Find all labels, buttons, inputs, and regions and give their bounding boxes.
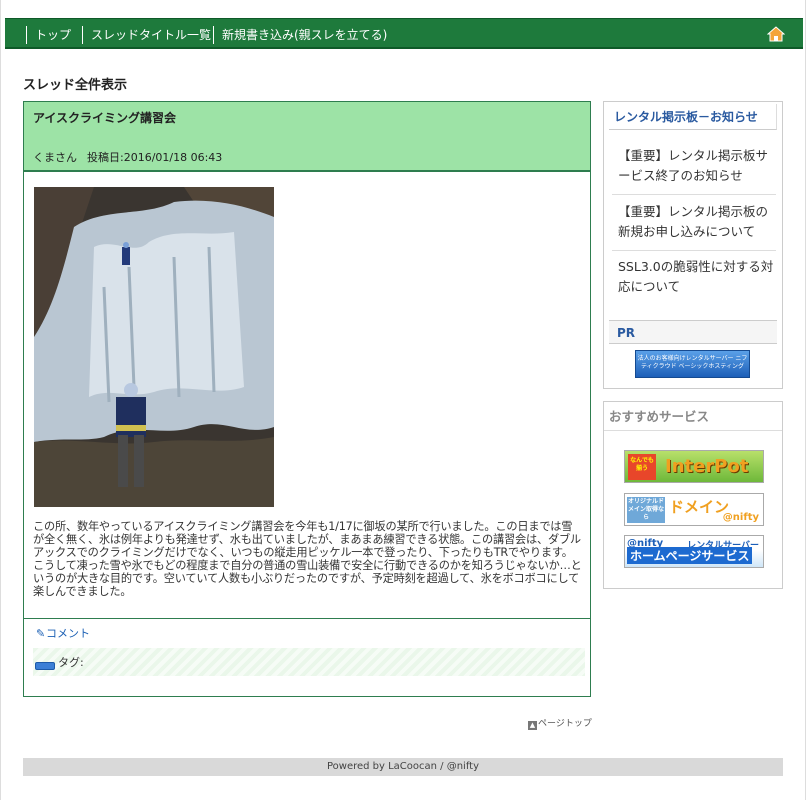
domain-banner-text: ドメイン [669,498,730,516]
pr-title: PR [609,320,777,344]
post-photo[interactable] [34,187,274,507]
arrow-up-icon: ▲ [528,721,537,730]
pr-banner[interactable]: 法人のお客様向けレンタルサーバー ニフティクラウド ベーシックホスティング [635,350,750,378]
page-title: スレッド全件表示 [23,78,128,93]
tag-label: タグ: [58,656,84,669]
nav-new-post-link[interactable]: 新規書き込み(親スレを立てる) [213,26,387,44]
page-top-link[interactable]: ▲ ページトップ [528,716,592,730]
domain-banner-brand: @nifty [722,512,759,523]
interpot-badge: なんでも揃う [628,454,656,480]
page-top-label: ページトップ [538,719,592,729]
home-icon[interactable] [767,26,785,42]
author-name: くまさん [33,151,77,164]
nav-top-link[interactable]: トップ [26,26,71,44]
notice-item[interactable]: 【重要】レンタル掲示板サービス終了のお知らせ [618,146,774,186]
thread-meta: くまさん 投稿日:2016/01/18 06:43 [33,149,222,165]
thread-title: アイスクライミング講習会 [33,111,177,125]
thread-box: アイスクライミング講習会 くまさん 投稿日:2016/01/18 06:43 この… [23,101,591,697]
interpot-logo-text: InterPot [665,456,749,477]
notice-divider [612,250,776,251]
homepage-banner[interactable]: @nifty レンタルサーバー ホームページサービス [624,535,764,568]
notice-item[interactable]: SSL3.0の脆弱性に対する対応について [618,257,774,297]
divider [24,618,590,619]
notice-box: レンタル掲示板－お知らせ 【重要】レンタル掲示板サービス終了のお知らせ 【重要】… [603,101,783,389]
page-frame: トップ スレッドタイトル一覧 新規書き込み(親スレを立てる) スレッド全件表示 … [0,0,806,800]
thread-header: アイスクライミング講習会 くまさん 投稿日:2016/01/18 06:43 [24,102,590,172]
footer: Powered by LaCoocan / @nifty [23,758,783,776]
homepage-banner-text: ホームページサービス [627,547,753,564]
top-nav: トップ スレッドタイトル一覧 新規書き込み(親スレを立てる) [5,18,803,49]
domain-banner-left: オリジナルドメイン取得なら [627,497,665,523]
notice-divider [612,194,776,195]
comment-link[interactable]: ✎コメント [36,625,90,641]
pencil-icon: ✎ [36,627,46,640]
posted-date: 投稿日:2016/01/18 06:43 [87,151,223,164]
notice-title: レンタル掲示板－お知らせ [609,104,777,130]
tag-icon [35,662,55,670]
nav-thread-list-link[interactable]: スレッドタイトル一覧 [82,26,211,44]
recommend-box: おすすめサービス なんでも揃う InterPot オリジナルドメイン取得なら ド… [603,401,783,589]
domain-banner[interactable]: オリジナルドメイン取得なら ドメイン @nifty [624,493,764,526]
tag-bar: タグ: [33,648,585,676]
recommend-title: おすすめサービス [609,409,710,424]
notice-item[interactable]: 【重要】レンタル掲示板の新規お申し込みについて [618,202,774,242]
interpot-banner[interactable]: なんでも揃う InterPot [624,450,764,483]
divider [604,430,782,431]
post-body: この所、数年やっているアイスクライミング講習会を今年も1/17に御坂の某所で行い… [33,520,582,598]
comment-label: コメント [46,627,90,640]
